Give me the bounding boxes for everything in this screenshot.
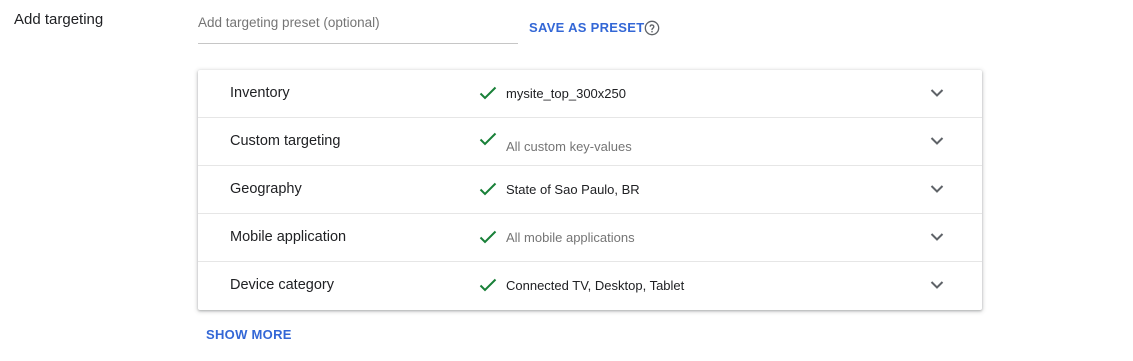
row-label: Inventory xyxy=(230,85,290,101)
help-circle-icon[interactable] xyxy=(644,20,660,36)
show-more-button[interactable]: SHOW MORE xyxy=(206,327,292,342)
chevron-down-icon[interactable] xyxy=(930,232,944,242)
row-value: mysite_top_300x250 xyxy=(506,86,626,101)
targeting-row-device-category[interactable]: Device category Connected TV, Desktop, T… xyxy=(198,262,982,310)
chevron-down-icon[interactable] xyxy=(930,136,944,146)
row-label: Geography xyxy=(230,181,302,197)
chevron-down-icon[interactable] xyxy=(930,88,944,98)
row-label: Custom targeting xyxy=(230,133,341,149)
chevron-down-icon[interactable] xyxy=(930,280,944,290)
row-label: Device category xyxy=(230,277,334,293)
targeting-card: Inventory mysite_top_300x250 Custom targ… xyxy=(198,70,982,310)
targeting-row-inventory[interactable]: Inventory mysite_top_300x250 xyxy=(198,70,982,118)
save-as-preset-button[interactable]: SAVE AS PRESET xyxy=(529,20,644,35)
check-icon xyxy=(479,182,497,196)
check-icon xyxy=(479,278,497,292)
targeting-row-mobile-application[interactable]: Mobile application All mobile applicatio… xyxy=(198,214,982,262)
check-icon xyxy=(479,132,497,146)
targeting-section: Add targeting SAVE AS PRESET Inventory m… xyxy=(0,0,1133,361)
row-value: State of Sao Paulo, BR xyxy=(506,182,640,197)
targeting-row-custom-targeting[interactable]: Custom targeting All custom key-values xyxy=(198,118,982,166)
section-label: Add targeting xyxy=(14,11,104,28)
row-value: All custom key-values xyxy=(506,139,632,154)
targeting-preset-input[interactable] xyxy=(198,10,518,44)
check-icon xyxy=(479,230,497,244)
chevron-down-icon[interactable] xyxy=(930,184,944,194)
row-value: All mobile applications xyxy=(506,230,635,245)
row-value: Connected TV, Desktop, Tablet xyxy=(506,278,685,293)
targeting-row-geography[interactable]: Geography State of Sao Paulo, BR xyxy=(198,166,982,214)
row-label: Mobile application xyxy=(230,229,347,245)
check-icon xyxy=(479,86,497,100)
